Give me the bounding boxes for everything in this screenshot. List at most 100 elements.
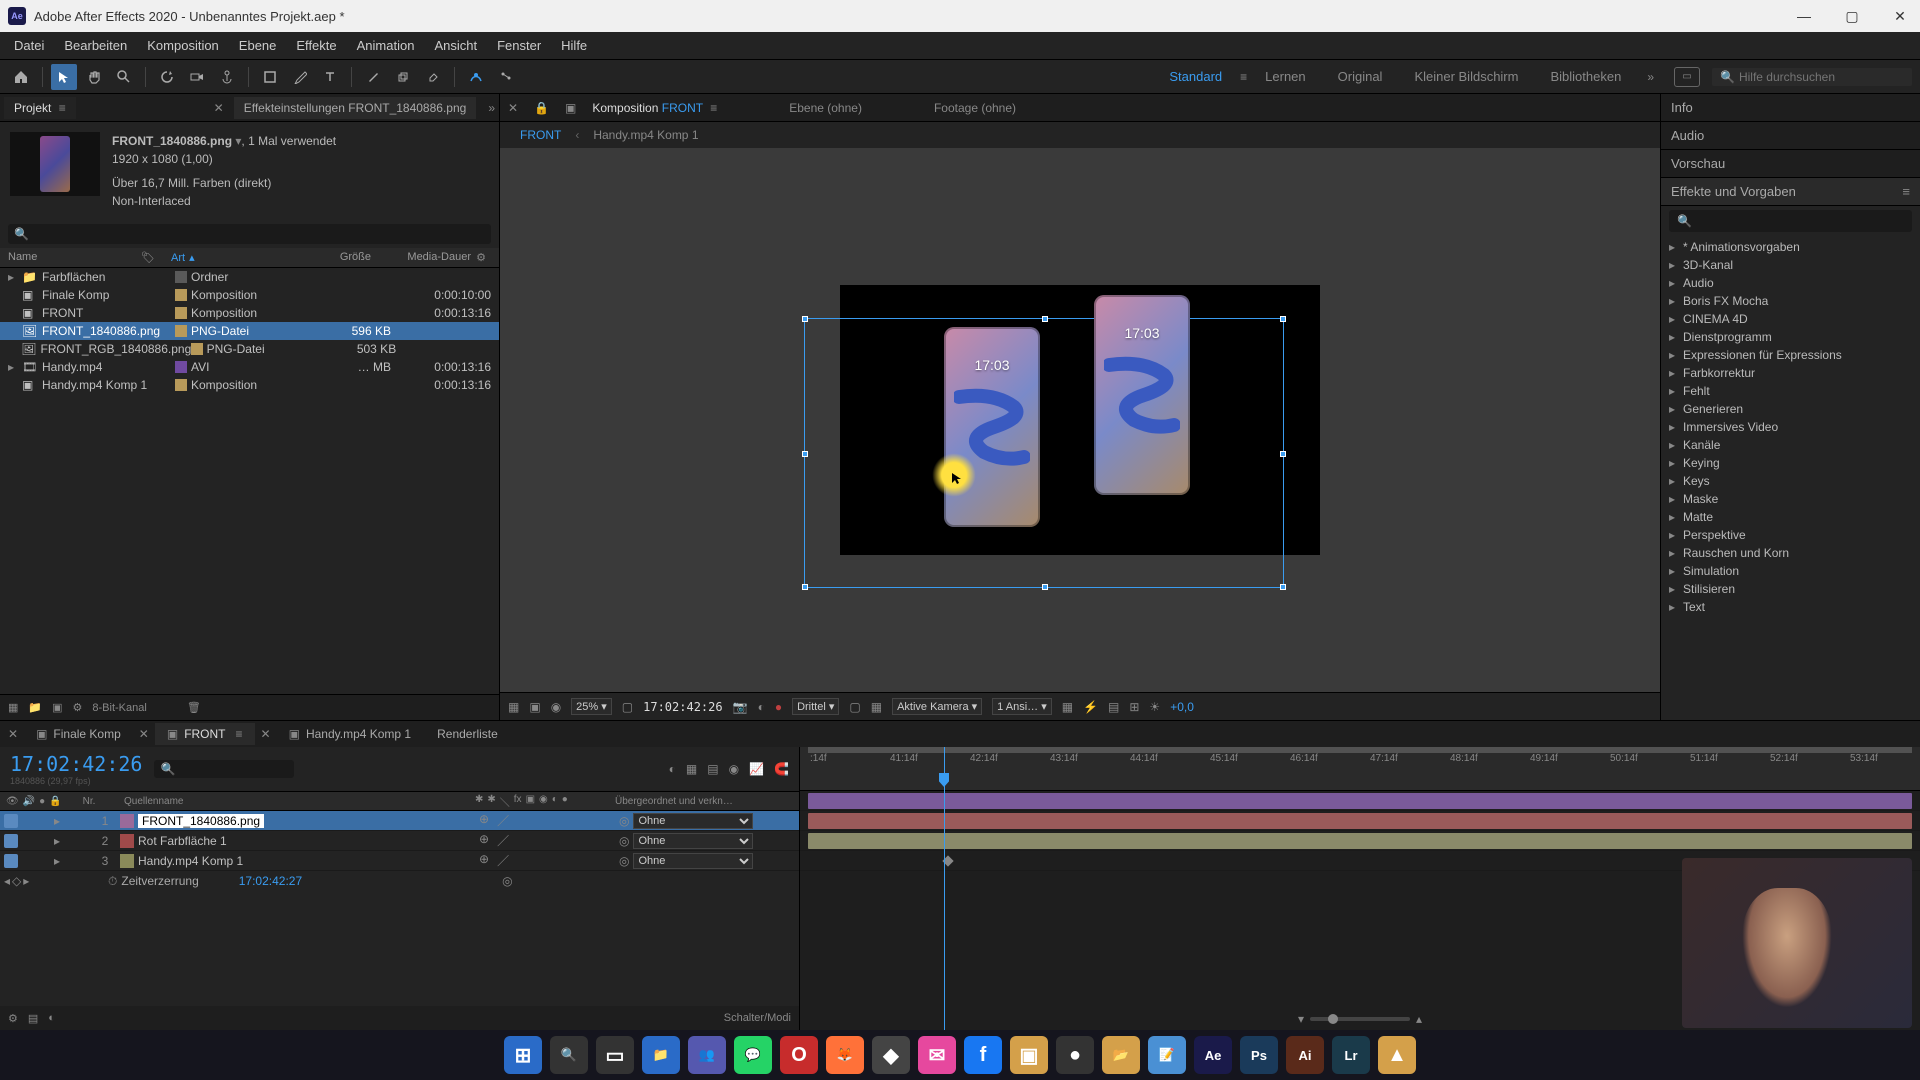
- menu-animation[interactable]: Animation: [347, 34, 425, 57]
- taskbar-whatsapp[interactable]: 💬: [734, 1036, 772, 1074]
- hand-tool[interactable]: [81, 64, 107, 90]
- effects-category[interactable]: ▸Stilisieren: [1661, 580, 1920, 598]
- effects-category[interactable]: ▸Fehlt: [1661, 382, 1920, 400]
- timeline-search[interactable]: 🔍: [154, 760, 294, 778]
- effects-category[interactable]: ▸Generieren: [1661, 400, 1920, 418]
- bit-depth[interactable]: 8-Bit-Kanal: [92, 702, 146, 714]
- taskbar-windows[interactable]: ⊞: [504, 1036, 542, 1074]
- resolution-dropdown[interactable]: Drittel ▾: [792, 698, 839, 715]
- taskbar-firefox[interactable]: 🦊: [826, 1036, 864, 1074]
- color-icon[interactable]: ●: [775, 700, 782, 714]
- composition-viewer[interactable]: 17:03 17:03: [500, 148, 1660, 692]
- breadcrumb-front[interactable]: FRONT: [520, 128, 561, 142]
- col-tag[interactable]: 🏷: [141, 251, 171, 264]
- col-dur[interactable]: Media-Dauer: [371, 251, 471, 264]
- panel-info[interactable]: Info: [1661, 94, 1920, 122]
- tl-tab-finale[interactable]: ▣ Finale Komp: [24, 723, 133, 745]
- comp-tab-footage[interactable]: Footage (ohne): [934, 101, 1016, 115]
- effects-category[interactable]: ▸Immersives Video: [1661, 418, 1920, 436]
- timeline-timecode[interactable]: 17:02:42:26: [10, 752, 142, 776]
- selection-box[interactable]: [804, 318, 1284, 588]
- project-search[interactable]: 🔍: [8, 224, 491, 244]
- taskbar-opera[interactable]: O: [780, 1036, 818, 1074]
- col-parent[interactable]: Übergeordnet und verkn…: [615, 796, 795, 807]
- exposure-value[interactable]: +0,0: [1170, 700, 1194, 714]
- kf-add-icon[interactable]: ◇: [12, 874, 21, 888]
- taskbar-app3[interactable]: ▲: [1378, 1036, 1416, 1074]
- effects-category[interactable]: ▸Keys: [1661, 472, 1920, 490]
- project-item[interactable]: ▣ FRONT Komposition 0:00:13:16: [0, 304, 499, 322]
- tl-motion-blur-icon[interactable]: ◉: [729, 762, 739, 776]
- effects-category[interactable]: ▸Farbkorrektur: [1661, 364, 1920, 382]
- taskbar-illustrator[interactable]: Ai: [1286, 1036, 1324, 1074]
- selection-tool[interactable]: [51, 64, 77, 90]
- effects-category[interactable]: ▸* Animationsvorgaben: [1661, 238, 1920, 256]
- interpret-icon[interactable]: ▦: [8, 701, 18, 714]
- panel-vorschau[interactable]: Vorschau: [1661, 150, 1920, 178]
- views-dropdown[interactable]: 1 Ansi… ▾: [992, 698, 1052, 715]
- col-num[interactable]: Nr.: [74, 796, 104, 807]
- effects-category[interactable]: ▸Maske: [1661, 490, 1920, 508]
- tl-frame-blend-icon[interactable]: ▤: [707, 762, 718, 776]
- col-source[interactable]: Quellenname: [104, 796, 475, 807]
- switches-modes-label[interactable]: Schalter/Modi: [724, 1012, 791, 1024]
- timewarp-value[interactable]: 17:02:42:27: [239, 874, 302, 888]
- tl-shy-icon[interactable]: ◐: [669, 762, 676, 776]
- maximize-button[interactable]: ▢: [1840, 8, 1864, 25]
- effects-categories[interactable]: ▸* Animationsvorgaben▸3D-Kanal▸Audio▸Bor…: [1661, 236, 1920, 720]
- effects-category[interactable]: ▸Dienstprogramm: [1661, 328, 1920, 346]
- timeline-layer[interactable]: ▸ 1 FRONT_1840886.png ⊕／ ◎Ohne: [0, 811, 799, 831]
- taskbar-obs[interactable]: ●: [1056, 1036, 1094, 1074]
- help-search-input[interactable]: [1739, 70, 1904, 84]
- effects-category[interactable]: ▸Expressionen für Expressions: [1661, 346, 1920, 364]
- tl-tab-handy[interactable]: ▣ Handy.mp4 Komp 1: [277, 723, 424, 745]
- menu-datei[interactable]: Datei: [4, 34, 54, 57]
- tl-tab-close-icon[interactable]: ✕: [4, 727, 22, 741]
- effects-search[interactable]: 🔍: [1669, 210, 1912, 232]
- project-item[interactable]: 🖼 FRONT_1840886.png PNG-Datei 596 KB: [0, 322, 499, 340]
- panel-audio[interactable]: Audio: [1661, 122, 1920, 150]
- col-art[interactable]: Art▴: [171, 251, 291, 264]
- camera-tool[interactable]: [184, 64, 210, 90]
- home-icon[interactable]: [8, 64, 34, 90]
- workspace-toggle-icon[interactable]: ▭: [1674, 67, 1700, 87]
- taskbar-teams[interactable]: 👥: [688, 1036, 726, 1074]
- comp-tab-main[interactable]: Komposition FRONT ≡: [592, 101, 717, 115]
- audio-header-icon[interactable]: 🔊: [23, 796, 35, 807]
- taskbar-photoshop[interactable]: Ps: [1240, 1036, 1278, 1074]
- toggle-switches-icon[interactable]: ⚙: [8, 1012, 18, 1025]
- expression-icon[interactable]: ◎: [502, 874, 512, 888]
- effects-category[interactable]: ▸Matte: [1661, 508, 1920, 526]
- lock-header-icon[interactable]: 🔒: [49, 796, 61, 807]
- lock-icon[interactable]: 🔒: [534, 101, 549, 115]
- project-asset-list[interactable]: ▸ 📁 Farbflächen Ordner ▣ Finale Komp Kom…: [0, 268, 499, 694]
- comp-close-icon[interactable]: ✕: [508, 101, 518, 115]
- roto-tool[interactable]: [463, 64, 489, 90]
- delete-icon[interactable]: 🗑: [187, 701, 201, 714]
- transparency-grid-icon[interactable]: ▦: [871, 700, 882, 714]
- effects-category[interactable]: ▸Text: [1661, 598, 1920, 616]
- effects-category[interactable]: ▸3D-Kanal: [1661, 256, 1920, 274]
- solo-header-icon[interactable]: ●: [39, 796, 45, 807]
- taskbar-facebook[interactable]: f: [964, 1036, 1002, 1074]
- mask-icon[interactable]: ◉: [551, 700, 561, 714]
- tl-tab-render[interactable]: Renderliste: [425, 723, 510, 745]
- taskbar-explorer[interactable]: 📁: [642, 1036, 680, 1074]
- workspace-more-icon[interactable]: »: [1647, 70, 1654, 84]
- workspace-standard[interactable]: Standard: [1155, 65, 1236, 88]
- project-item[interactable]: 🖼 FRONT_RGB_1840886.png PNG-Datei 503 KB: [0, 340, 499, 358]
- rotate-tool[interactable]: [154, 64, 180, 90]
- vis-header-icon[interactable]: 👁: [6, 796, 19, 807]
- effects-category[interactable]: ▸Keying: [1661, 454, 1920, 472]
- eraser-tool[interactable]: [420, 64, 446, 90]
- effects-category[interactable]: ▸Rauschen und Korn: [1661, 544, 1920, 562]
- zoom-out-icon[interactable]: ▾: [1298, 1012, 1304, 1026]
- help-search[interactable]: 🔍: [1712, 68, 1912, 86]
- effects-category[interactable]: ▸Kanäle: [1661, 436, 1920, 454]
- fast-preview-icon[interactable]: ⚡: [1083, 700, 1098, 714]
- project-tab[interactable]: Projekt ≡: [4, 97, 76, 119]
- viewer-timecode[interactable]: 17:02:42:26: [643, 700, 722, 714]
- text-tool[interactable]: [317, 64, 343, 90]
- comp-tab-layer[interactable]: Ebene (ohne): [789, 101, 862, 115]
- minimize-button[interactable]: —: [1792, 8, 1816, 25]
